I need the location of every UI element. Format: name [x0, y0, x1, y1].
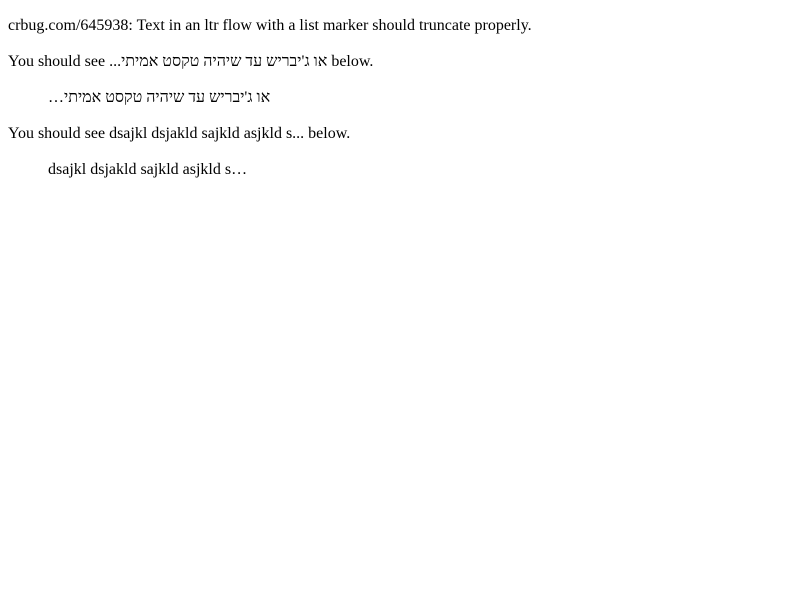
hebrew-instruction-prefix: You should see [8, 53, 110, 70]
latin-list-item-text: dsajkl dsjakld sajkld asjkld s… [48, 161, 248, 178]
latin-expected-text: dsajkl dsjakld sajkld asjkld s... [109, 125, 305, 142]
latin-instruction-prefix: You should see [8, 125, 110, 142]
test-description: crbug.com/645938: Text in an ltr flow wi… [8, 17, 532, 34]
hebrew-expected-text: או ג'יבריש עד שיהיה טקסט אמיתי... [109, 53, 328, 70]
latin-instruction: You should see dsajkl dsjakld sajkld asj… [8, 125, 350, 143]
hebrew-instruction-suffix: below. [327, 53, 374, 70]
latin-list-item: dsajkl dsjakld sajkld asjkld s… [48, 161, 247, 179]
hebrew-list-item: או ג'יבריש עד שיהיה טקסט אמיתי… [48, 89, 270, 107]
latin-instruction-suffix: below. [304, 125, 351, 142]
test-page: crbug.com/645938: Text in an ltr flow wi… [0, 0, 800, 600]
hebrew-list-item-text: או ג'יבריש עד שיהיה טקסט אמיתי… [48, 89, 271, 106]
hebrew-instruction: You should see או ג'יבריש עד שיהיה טקסט … [8, 53, 373, 71]
